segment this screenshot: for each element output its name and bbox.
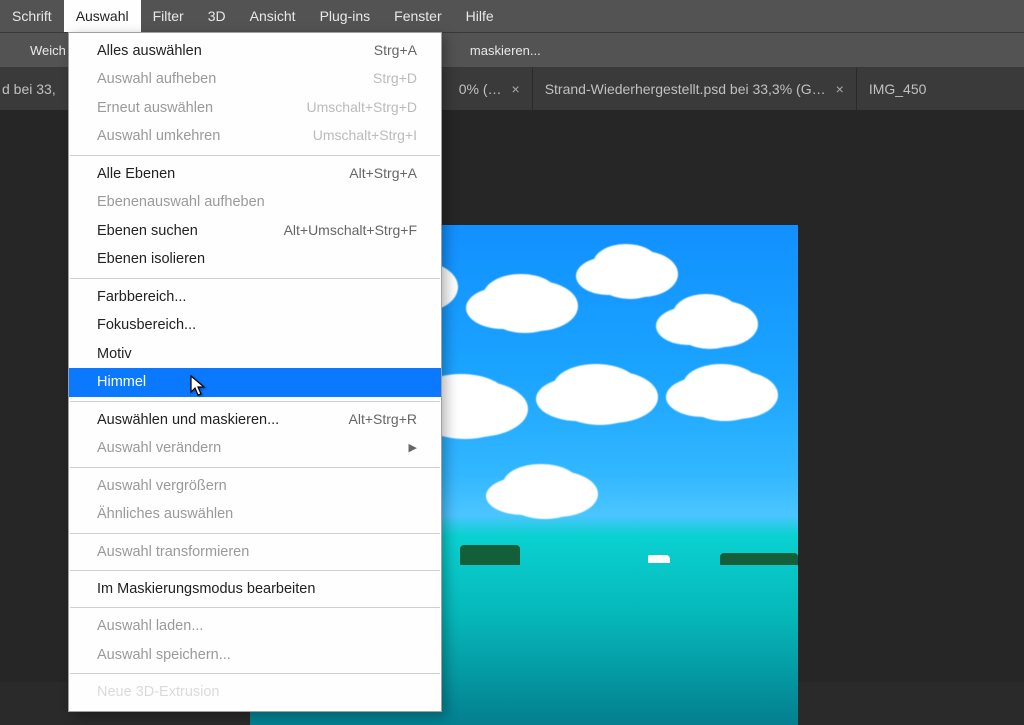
- menu-item-maskierungsmodus[interactable]: Im Maskierungsmodus bearbeiten: [69, 575, 441, 603]
- menu-item-label: Ebenen isolieren: [97, 248, 205, 270]
- menu-item-auswahl-veraendern: Auswahl verändern ▶: [69, 434, 441, 462]
- menu-item-ebenen-suchen[interactable]: Ebenen suchen Alt+Umschalt+Strg+F: [69, 217, 441, 245]
- menu-item-erneut-auswaehlen: Erneut auswählen Umschalt+Strg+D: [69, 94, 441, 122]
- menu-item-shortcut: Strg+D: [373, 68, 417, 90]
- menu-item-auswahl-aufheben: Auswahl aufheben Strg+D: [69, 65, 441, 93]
- menu-item-ebenen-isolieren[interactable]: Ebenen isolieren: [69, 245, 441, 273]
- menu-item-auswaehlen-und-maskieren[interactable]: Auswählen und maskieren... Alt+Strg+R: [69, 406, 441, 434]
- menu-item-label: Erneut auswählen: [97, 97, 213, 119]
- boat-icon: [648, 555, 670, 563]
- menu-hilfe[interactable]: Hilfe: [454, 0, 506, 32]
- menu-item-ebenenauswahl-aufheben: Ebenenauswahl aufheben: [69, 188, 441, 216]
- menu-item-label: Ebenenauswahl aufheben: [97, 191, 265, 213]
- menu-item-shortcut: Alt+Umschalt+Strg+F: [284, 220, 417, 242]
- menu-schrift[interactable]: Schrift: [0, 0, 64, 32]
- option-maskieren[interactable]: maskieren...: [458, 39, 553, 62]
- menu-item-shortcut: Strg+A: [374, 40, 417, 62]
- menu-separator: [70, 570, 440, 571]
- menu-item-shortcut: Alt+Strg+R: [349, 409, 417, 431]
- menu-item-auswahl-vergroessern: Auswahl vergrößern: [69, 472, 441, 500]
- menu-item-label: Auswahl speichern...: [97, 644, 231, 666]
- menu-item-fokusbereich[interactable]: Fokusbereich...: [69, 311, 441, 339]
- menu-item-shortcut: Umschalt+Strg+I: [313, 125, 417, 147]
- menu-item-label: Auswählen und maskieren...: [97, 409, 279, 431]
- tab-doc-2[interactable]: 0% (… ×: [447, 68, 533, 110]
- menu-item-label: Alle Ebenen: [97, 163, 175, 185]
- menu-item-aehnliches-auswaehlen: Ähnliches auswählen: [69, 500, 441, 528]
- tab-doc-1[interactable]: d bei 33,: [0, 68, 69, 110]
- menu-item-label: Alles auswählen: [97, 40, 202, 62]
- menu-item-himmel[interactable]: Himmel: [69, 368, 441, 396]
- menu-item-label: Auswahl verändern: [97, 437, 221, 459]
- menubar: Schrift Auswahl Filter 3D Ansicht Plug-i…: [0, 0, 1024, 32]
- menu-separator: [70, 278, 440, 279]
- tab-doc-3[interactable]: Strand-Wiederhergestellt.psd bei 33,3% (…: [533, 68, 857, 110]
- menu-item-shortcut: Alt+Strg+A: [349, 163, 417, 185]
- menu-item-neue-3d-extrusion: Neue 3D-Extrusion: [69, 678, 441, 706]
- menu-item-label: Ebenen suchen: [97, 220, 198, 242]
- menu-separator: [70, 533, 440, 534]
- menu-item-label: Im Maskierungsmodus bearbeiten: [97, 578, 315, 600]
- menu-auswahl[interactable]: Auswahl: [64, 0, 141, 32]
- menu-item-auswahl-laden: Auswahl laden...: [69, 612, 441, 640]
- menu-item-label: Himmel: [97, 371, 146, 393]
- tab-label: d bei 33,: [2, 81, 56, 97]
- menu-separator: [70, 401, 440, 402]
- menu-separator: [70, 607, 440, 608]
- menu-item-auswahl-transformieren: Auswahl transformieren: [69, 538, 441, 566]
- menu-item-label: Motiv: [97, 343, 132, 365]
- menu-item-label: Auswahl laden...: [97, 615, 203, 637]
- menu-item-alle-ebenen[interactable]: Alle Ebenen Alt+Strg+A: [69, 160, 441, 188]
- menu-item-auswahl-speichern: Auswahl speichern...: [69, 641, 441, 669]
- menu-item-label: Neue 3D-Extrusion: [97, 681, 220, 703]
- menu-item-label: Ähnliches auswählen: [97, 503, 233, 525]
- menu-ansicht[interactable]: Ansicht: [238, 0, 308, 32]
- menu-item-label: Fokusbereich...: [97, 314, 196, 336]
- menu-item-label: Auswahl vergrößern: [97, 475, 227, 497]
- auswahl-dropdown: Alles auswählen Strg+A Auswahl aufheben …: [68, 32, 442, 712]
- close-icon[interactable]: ×: [836, 81, 844, 97]
- menu-item-shortcut: Umschalt+Strg+D: [307, 97, 417, 119]
- menu-filter[interactable]: Filter: [141, 0, 196, 32]
- menu-separator: [70, 155, 440, 156]
- menu-separator: [70, 467, 440, 468]
- menu-item-label: Auswahl aufheben: [97, 68, 216, 90]
- menu-3d[interactable]: 3D: [196, 0, 238, 32]
- tab-label: Strand-Wiederhergestellt.psd bei 33,3% (…: [545, 81, 826, 97]
- tab-label: 0% (…: [459, 81, 502, 97]
- menu-item-label: Auswahl umkehren: [97, 125, 220, 147]
- menu-item-label: Auswahl transformieren: [97, 541, 249, 563]
- menu-plugins[interactable]: Plug-ins: [308, 0, 383, 32]
- tab-doc-4[interactable]: IMG_450: [857, 68, 939, 110]
- menu-item-label: Farbbereich...: [97, 286, 186, 308]
- menu-item-motiv[interactable]: Motiv: [69, 340, 441, 368]
- tab-label: IMG_450: [869, 81, 927, 97]
- menu-separator: [70, 673, 440, 674]
- menu-item-alles-auswaehlen[interactable]: Alles auswählen Strg+A: [69, 37, 441, 65]
- menu-item-farbbereich[interactable]: Farbbereich...: [69, 283, 441, 311]
- close-icon[interactable]: ×: [512, 81, 520, 97]
- submenu-arrow-icon: ▶: [409, 440, 417, 457]
- menu-item-auswahl-umkehren: Auswahl umkehren Umschalt+Strg+I: [69, 122, 441, 150]
- menu-fenster[interactable]: Fenster: [382, 0, 453, 32]
